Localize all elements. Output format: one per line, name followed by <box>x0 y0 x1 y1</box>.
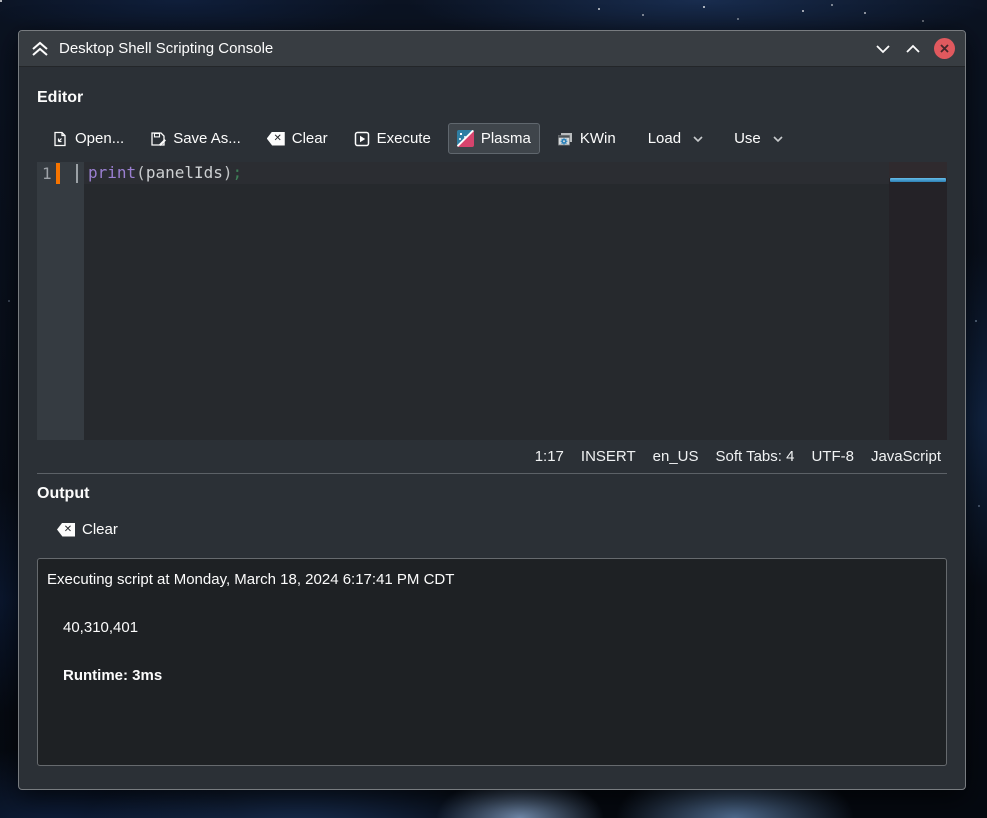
chevron-up-icon <box>905 44 921 54</box>
wallpaper-stars <box>0 0 2 2</box>
output-heading: Output <box>37 485 947 503</box>
kwin-toggle-label: KWin <box>580 130 616 147</box>
modified-line-marker <box>56 163 60 184</box>
plasma-logo-icon <box>457 130 474 147</box>
text-caret <box>76 164 78 183</box>
kwin-toggle-button[interactable]: KWin <box>548 123 625 154</box>
code-keyword: print <box>88 163 136 182</box>
output-log[interactable]: Executing script at Monday, March 18, 20… <box>37 558 947 766</box>
section-separator <box>37 473 947 474</box>
editor-statusbar: 1:17 INSERT en_US Soft Tabs: 4 UTF-8 Jav… <box>37 443 947 469</box>
editor-gutter: 1 <box>37 162 84 440</box>
chevron-down-icon <box>772 135 784 143</box>
editor-text-area[interactable]: print(panelIds); <box>84 162 889 440</box>
output-clear-button-label: Clear <box>82 521 118 538</box>
kwin-window-gear-icon <box>557 131 573 147</box>
log-runtime: Runtime: 3ms <box>63 666 938 685</box>
minimize-button[interactable] <box>870 36 896 62</box>
edit-clear-backspace-icon: ✕ <box>267 132 285 146</box>
log-exec-header: Executing script at Monday, March 18, 20… <box>47 570 938 589</box>
close-button[interactable] <box>934 38 955 59</box>
line-number: 1 <box>42 163 52 184</box>
plasma-toggle-button[interactable]: Plasma <box>448 123 540 154</box>
output-clear-button[interactable]: ✕ Clear <box>48 514 127 545</box>
code-identifier: panelIds <box>146 163 223 182</box>
window-content: Editor Open... Save As... ✕ <box>19 67 965 789</box>
status-cursor-position[interactable]: 1:17 <box>535 448 564 465</box>
code-editor: 1 print(panelIds); <box>37 162 947 440</box>
open-button[interactable]: Open... <box>43 123 133 154</box>
double-chevron-up-icon <box>31 41 49 57</box>
save-as-button-label: Save As... <box>173 130 241 147</box>
plasma-toggle-label: Plasma <box>481 130 531 147</box>
document-save-as-icon <box>150 131 166 147</box>
status-syntax-mode[interactable]: JavaScript <box>871 448 941 465</box>
load-menu-label: Load <box>648 130 681 147</box>
code-close-paren: ) <box>223 163 233 182</box>
status-tab-mode[interactable]: Soft Tabs: 4 <box>716 448 795 465</box>
code-semicolon: ; <box>233 163 243 182</box>
editor-toolbar: Open... Save As... ✕ Clear Execu <box>43 120 947 157</box>
status-input-mode[interactable]: INSERT <box>581 448 636 465</box>
status-dictionary[interactable]: en_US <box>653 448 699 465</box>
status-encoding[interactable]: UTF-8 <box>811 448 854 465</box>
chevron-down-icon <box>875 44 891 54</box>
editor-heading: Editor <box>37 89 947 107</box>
scripting-console-window: Desktop Shell Scripting Console Editor <box>18 30 966 790</box>
edit-clear-backspace-icon: ✕ <box>57 523 75 537</box>
editor-clear-button-label: Clear <box>292 130 328 147</box>
load-menu-button[interactable]: Load <box>639 123 713 154</box>
use-menu-button[interactable]: Use <box>725 123 793 154</box>
log-result-value: 40,310,401 <box>63 618 938 637</box>
editor-scrollbar[interactable] <box>889 162 947 440</box>
editor-clear-button[interactable]: ✕ Clear <box>258 123 337 154</box>
window-title: Desktop Shell Scripting Console <box>59 40 273 57</box>
run-play-icon <box>354 131 370 147</box>
execute-button[interactable]: Execute <box>345 123 440 154</box>
code-open-paren: ( <box>136 163 146 182</box>
close-x-icon <box>939 43 950 54</box>
use-menu-label: Use <box>734 130 761 147</box>
scrollbar-position-bar <box>890 178 946 182</box>
open-button-label: Open... <box>75 130 124 147</box>
titlebar[interactable]: Desktop Shell Scripting Console <box>19 31 965 67</box>
save-as-button[interactable]: Save As... <box>141 123 250 154</box>
scrollbar-thumb[interactable] <box>889 162 947 178</box>
execute-button-label: Execute <box>377 130 431 147</box>
output-toolbar: ✕ Clear <box>48 516 947 543</box>
maximize-button[interactable] <box>900 36 926 62</box>
chevron-down-icon <box>692 135 704 143</box>
document-open-icon <box>52 131 68 147</box>
code-line: print(panelIds); <box>84 162 889 184</box>
